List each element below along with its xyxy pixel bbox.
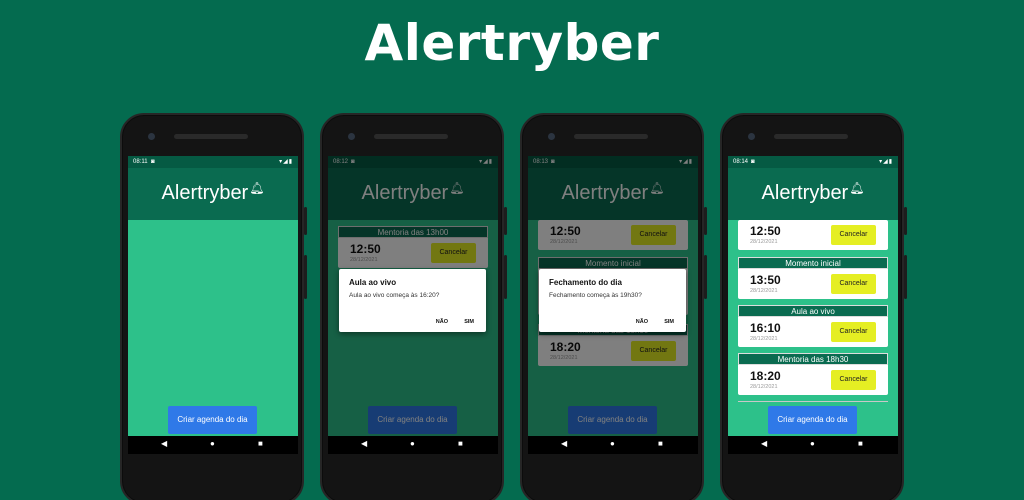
card-date: 28/12/2021: [750, 288, 778, 294]
dialog-no-button[interactable]: NÃO: [436, 319, 448, 325]
cancel-button[interactable]: Cancelar: [831, 370, 876, 390]
card-body: 13:50 28/12/2021 Cancelar: [738, 269, 888, 299]
front-camera: [348, 133, 355, 140]
dialog-yes-button[interactable]: SIM: [664, 319, 674, 325]
cancel-button[interactable]: Cancelar: [831, 225, 876, 245]
recents-icon[interactable]: ■: [658, 438, 663, 450]
wifi-signal-battery-icons: ▾◢▮: [879, 159, 893, 165]
navigation-bar: ◀ ● ■: [328, 436, 498, 454]
recents-icon[interactable]: ■: [458, 438, 463, 450]
cancel-button[interactable]: Cancelar: [831, 322, 876, 342]
cast-icon: ◙: [151, 159, 155, 165]
cancel-button[interactable]: Cancelar: [831, 274, 876, 294]
alert-dialog: Aula ao vivo Aula ao vivo começa às 16:2…: [339, 269, 486, 332]
wifi-signal-battery-icons: ▾◢▮: [279, 159, 293, 165]
front-camera: [748, 133, 755, 140]
phone-frame-2: 08:12 ◙ ▾◢▮ Alertryber🔔︎ Mentoria das 13…: [320, 113, 507, 500]
agenda-content: 12:50 28/12/2021 Cancelar Momento inicia…: [728, 220, 898, 436]
phone-screen: 08:11 ◙ ▾◢▮ Alertryber🔔︎ Criar agenda do…: [128, 156, 298, 436]
agenda-content: Criar agenda do dia: [128, 220, 298, 436]
dialog-title: Fechamento do dia: [549, 278, 622, 287]
bell-icon: 🔔︎: [849, 181, 865, 195]
app-title: Alertryber🔔︎: [128, 181, 298, 205]
app-title-text: Alertryber: [161, 182, 249, 204]
app-bar: Alertryber🔔︎: [128, 168, 298, 220]
alert-dialog: Fechamento do dia Fechamento começa às 1…: [539, 269, 686, 332]
reminder-card: Momento inicial 13:50 28/12/2021 Cancela…: [738, 257, 888, 299]
card-time: 13:50: [750, 273, 781, 287]
card-header: Momento inicial: [738, 257, 888, 269]
earpiece-speaker: [574, 134, 648, 139]
volume-button: [904, 255, 907, 299]
power-button: [704, 207, 707, 235]
status-time: 08:14: [733, 159, 749, 165]
card-date: 28/12/2021: [750, 384, 778, 390]
status-bar: 08:14 ◙ ▾◢▮: [728, 156, 898, 168]
card-date: 28/12/2021: [750, 239, 778, 245]
navigation-bar: ◀ ● ■: [528, 436, 698, 454]
phone-screen: 08:14 ◙ ▾◢▮ Alertryber🔔︎ 12:50 28/12/202…: [728, 156, 898, 436]
hero-title: Alertryber: [364, 14, 660, 72]
volume-button: [304, 255, 307, 299]
volume-button: [704, 255, 707, 299]
status-bar: 08:11 ◙ ▾◢▮: [128, 156, 298, 168]
volume-button: [504, 255, 507, 299]
reminder-card: Mentoria das 18h30 18:20 28/12/2021 Canc…: [738, 353, 888, 395]
power-button: [504, 207, 507, 235]
navigation-bar: ◀ ● ■: [728, 436, 898, 454]
app-title-text: Alertryber: [761, 182, 849, 204]
home-icon[interactable]: ●: [410, 438, 415, 450]
app-title: Alertryber🔔︎: [728, 181, 898, 205]
dialog-yes-button[interactable]: SIM: [464, 319, 474, 325]
phone-frame-4: 08:14 ◙ ▾◢▮ Alertryber🔔︎ 12:50 28/12/202…: [720, 113, 907, 500]
phone-screen: 08:13 ◙ ▾◢▮ Alertryber🔔︎ 12:50 28/12/202…: [528, 156, 698, 436]
recents-icon[interactable]: ■: [258, 438, 263, 450]
phone-frame-3: 08:13 ◙ ▾◢▮ Alertryber🔔︎ 12:50 28/12/202…: [520, 113, 707, 500]
create-agenda-button[interactable]: Criar agenda do dia: [168, 406, 257, 434]
dialog-no-button[interactable]: NÃO: [636, 319, 648, 325]
power-button: [304, 207, 307, 235]
power-button: [904, 207, 907, 235]
card-date: 28/12/2021: [750, 336, 778, 342]
card-time: 12:50: [750, 224, 781, 238]
card-header: Mentoria das 18h30: [738, 353, 888, 365]
back-icon[interactable]: ◀: [161, 438, 167, 450]
home-icon[interactable]: ●: [210, 438, 215, 450]
earpiece-speaker: [374, 134, 448, 139]
card-time: 18:20: [750, 369, 781, 383]
phone-screen: 08:12 ◙ ▾◢▮ Alertryber🔔︎ Mentoria das 13…: [328, 156, 498, 436]
front-camera: [148, 133, 155, 140]
card-body: 18:20 28/12/2021 Cancelar: [738, 365, 888, 395]
recents-icon[interactable]: ■: [858, 438, 863, 450]
card-body: 12:50 28/12/2021 Cancelar: [738, 220, 888, 250]
create-agenda-button[interactable]: Criar agenda do dia: [768, 406, 857, 434]
app-bar: Alertryber🔔︎: [728, 168, 898, 220]
front-camera: [548, 133, 555, 140]
card-time: 16:10: [750, 321, 781, 335]
reminder-card: 12:50 28/12/2021 Cancelar: [738, 220, 888, 250]
back-icon[interactable]: ◀: [361, 438, 367, 450]
card-body: 16:10 28/12/2021 Cancelar: [738, 317, 888, 347]
navigation-bar: ◀ ● ■: [128, 436, 298, 454]
back-icon[interactable]: ◀: [561, 438, 567, 450]
phone-frame-1: 08:11 ◙ ▾◢▮ Alertryber🔔︎ Criar agenda do…: [120, 113, 307, 500]
dialog-message: Fechamento começa às 19h30?: [549, 292, 642, 299]
earpiece-speaker: [774, 134, 848, 139]
cast-icon: ◙: [751, 159, 755, 165]
back-icon[interactable]: ◀: [761, 438, 767, 450]
status-time: 08:11: [133, 159, 148, 165]
dialog-title: Aula ao vivo: [349, 278, 397, 287]
bell-icon: 🔔︎: [249, 181, 265, 195]
earpiece-speaker: [174, 134, 248, 139]
list-divider: [738, 401, 888, 402]
card-header: Aula ao vivo: [738, 305, 888, 317]
home-icon[interactable]: ●: [810, 438, 815, 450]
reminder-card: Aula ao vivo 16:10 28/12/2021 Cancelar: [738, 305, 888, 347]
dialog-message: Aula ao vivo começa às 16:20?: [349, 292, 440, 299]
home-icon[interactable]: ●: [610, 438, 615, 450]
